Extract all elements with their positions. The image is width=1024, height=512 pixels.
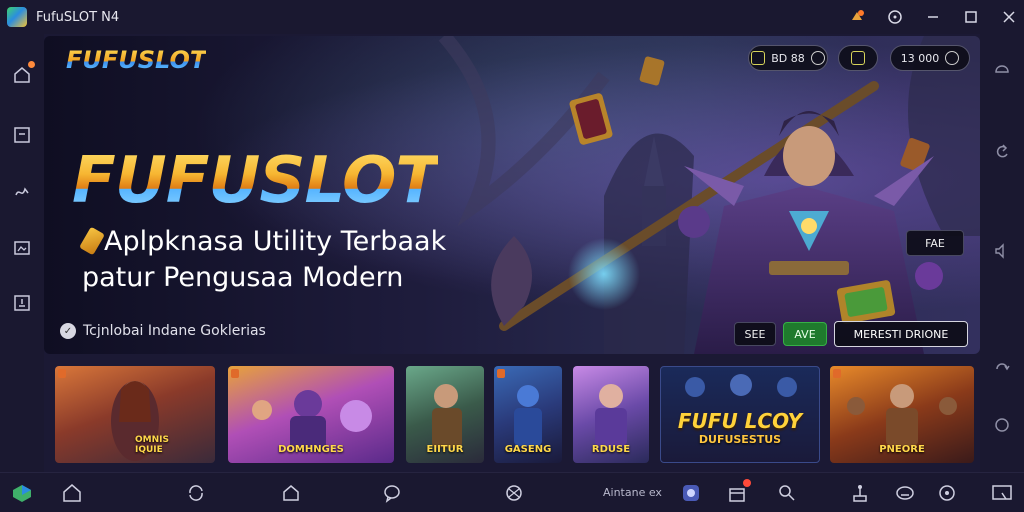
multi-window-icon[interactable] bbox=[991, 482, 1013, 504]
brand-logo-small: FUFUSLOT bbox=[66, 46, 207, 74]
game-thumbnail-6[interactable]: FUFU LCOY DUFUSESTUS bbox=[660, 366, 820, 463]
coins-value: BD 88 bbox=[771, 51, 805, 65]
hero-headline-line2: patur Pengusaa Modern bbox=[82, 262, 404, 293]
globe-icon[interactable] bbox=[503, 482, 525, 504]
side-tag[interactable]: FAE bbox=[906, 230, 964, 256]
game-thumbnail-7[interactable]: PNEORE bbox=[830, 366, 974, 463]
game-thumbnail-3[interactable]: EIITUR bbox=[406, 366, 484, 463]
bluestacks-icon[interactable] bbox=[11, 482, 33, 504]
home-icon[interactable] bbox=[61, 482, 83, 504]
notification-dot bbox=[28, 61, 35, 68]
search-icon[interactable] bbox=[776, 482, 798, 504]
tag-see[interactable]: SEE bbox=[734, 322, 776, 346]
app-window: FufuSLOT N4 FUFUSLOT BD 88 13 000 FUFUSL… bbox=[0, 0, 1024, 512]
face-icon[interactable] bbox=[936, 482, 958, 504]
window-title: FufuSLOT N4 bbox=[36, 9, 120, 25]
maximize-icon[interactable] bbox=[962, 8, 980, 26]
tag-ave[interactable]: AVE bbox=[783, 322, 827, 346]
back-icon[interactable] bbox=[991, 140, 1013, 162]
chat-icon[interactable] bbox=[381, 482, 403, 504]
house-icon[interactable] bbox=[280, 482, 302, 504]
hero-banner[interactable]: FUFUSLOT BD 88 13 000 FUFUSLOT Aplpknasa… bbox=[44, 36, 980, 354]
side-tag-label: FAE bbox=[925, 236, 945, 250]
brand-logo-large: FUFUSLOT bbox=[72, 144, 439, 218]
app-logo-icon bbox=[7, 7, 27, 27]
thumb-label: OMNIS IQUIE bbox=[135, 435, 169, 455]
thumb-label: DOMHNGES bbox=[278, 444, 344, 455]
wallet-icon bbox=[851, 51, 865, 65]
tag-meresti-label: MERESTI DRIONE bbox=[853, 327, 949, 341]
hero-note-text: Tcjnlobai Indane Goklerias bbox=[83, 323, 266, 339]
joystick-icon[interactable] bbox=[849, 482, 871, 504]
tag-ave-label: AVE bbox=[794, 327, 816, 341]
coin-icon bbox=[751, 51, 766, 65]
thumb-label: EIITUR bbox=[426, 444, 464, 455]
minimize-icon[interactable] bbox=[924, 8, 942, 26]
shake-icon[interactable] bbox=[11, 181, 33, 203]
thumb-big-title: FUFU LCOY bbox=[677, 409, 803, 433]
left-sidebar bbox=[0, 34, 44, 472]
hero-headline-line1: Aplpknasa Utility Terbaak bbox=[79, 226, 447, 257]
notification-badge bbox=[743, 479, 751, 487]
thumb-badge bbox=[497, 369, 505, 378]
taskbar-text: Aintane ex bbox=[603, 486, 662, 499]
screen-icon[interactable] bbox=[11, 124, 33, 146]
gift-icon[interactable] bbox=[726, 479, 751, 504]
tag-see-label: SEE bbox=[744, 327, 766, 341]
right-sidebar bbox=[980, 34, 1024, 472]
check-icon: ✓ bbox=[60, 323, 76, 339]
wallet-pill[interactable] bbox=[838, 45, 878, 71]
notifications-icon[interactable] bbox=[848, 8, 866, 26]
thumb-label: GASENG bbox=[504, 444, 552, 455]
game-thumbnail-1[interactable]: OMNIS IQUIE bbox=[55, 366, 215, 463]
home-icon[interactable] bbox=[11, 61, 35, 86]
media-icon[interactable] bbox=[11, 292, 33, 314]
game-thumbnail-4[interactable]: GASENG bbox=[494, 366, 562, 463]
window-controls bbox=[848, 0, 1018, 34]
help-icon[interactable] bbox=[886, 8, 904, 26]
headline-line1-text: Aplpknasa Utility Terbaak bbox=[104, 226, 447, 257]
rotate-icon[interactable] bbox=[991, 358, 1013, 380]
thumb-badge bbox=[231, 369, 239, 378]
volume-icon[interactable] bbox=[991, 240, 1013, 262]
thumb-badge bbox=[833, 369, 841, 378]
balance-pill[interactable]: 13 000 bbox=[890, 45, 970, 71]
bottom-taskbar: Aintane ex bbox=[0, 472, 1024, 512]
tag-meresti[interactable]: MERESTI DRIONE bbox=[834, 321, 968, 347]
screenshot-icon[interactable] bbox=[11, 237, 33, 259]
hero-note: ✓ Tcjnlobai Indane Goklerias bbox=[60, 323, 266, 339]
ring-icon bbox=[810, 51, 825, 65]
close-icon[interactable] bbox=[1000, 8, 1018, 26]
sync-icon[interactable] bbox=[185, 482, 207, 504]
title-bar: FufuSLOT N4 bbox=[0, 0, 1024, 34]
thumb-badge bbox=[58, 369, 66, 378]
record-icon[interactable] bbox=[991, 414, 1013, 436]
add-balance-icon bbox=[945, 51, 960, 65]
game-thumbnail-5[interactable]: RDUSE bbox=[573, 366, 649, 463]
coins-pill[interactable]: BD 88 bbox=[748, 45, 828, 71]
thumb-subtitle: DUFUSESTUS bbox=[698, 433, 782, 446]
settings-icon[interactable] bbox=[991, 56, 1013, 78]
game-icon[interactable] bbox=[680, 482, 702, 504]
balance-value: 13 000 bbox=[900, 51, 940, 65]
game-thumbnail-2[interactable]: DOMHNGES bbox=[228, 366, 394, 463]
thumb-label: PNEORE bbox=[879, 444, 925, 455]
thumb-label: RDUSE bbox=[591, 444, 631, 455]
controller-icon[interactable] bbox=[894, 482, 916, 504]
